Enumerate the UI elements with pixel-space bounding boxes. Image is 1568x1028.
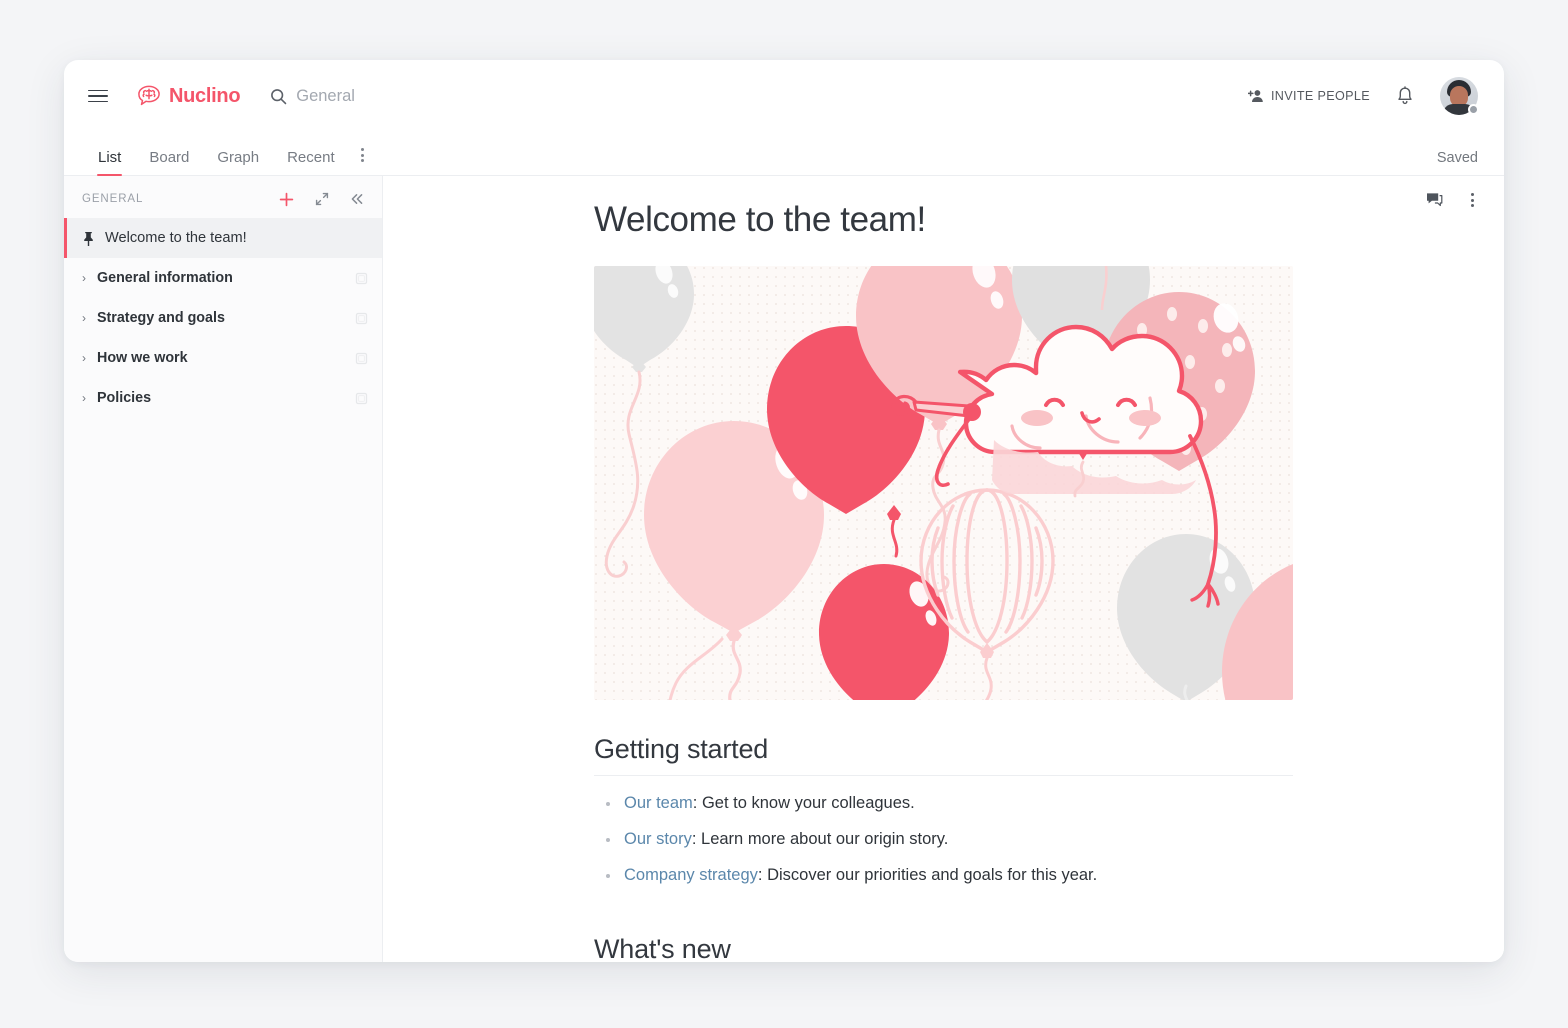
invite-people-button[interactable]: INVITE PEOPLE — [1247, 89, 1370, 103]
comments-button[interactable] — [1424, 190, 1445, 210]
view-tabs: List Board Graph Recent — [84, 148, 376, 176]
view-tab-bar: List Board Graph Recent Saved — [64, 132, 1504, 176]
section-heading-getting-started: Getting started — [594, 734, 1293, 776]
sidebar-item-label: How we work — [97, 350, 188, 366]
tab-recent[interactable]: Recent — [273, 149, 349, 175]
sidebar-header: GENERAL — [64, 180, 382, 218]
document-content: Welcome to the team! Getting started Our… — [383, 176, 1504, 962]
status-badge — [1468, 104, 1479, 115]
notifications-button[interactable] — [1394, 84, 1416, 108]
tab-overflow-kebab-menu-icon[interactable] — [349, 148, 376, 175]
sidebar-item-label: Strategy and goals — [97, 310, 225, 326]
page-title: Welcome to the team! — [594, 200, 926, 239]
cluster-icon — [355, 312, 368, 325]
document-menu-button[interactable] — [1467, 191, 1478, 209]
link-company-strategy[interactable]: Company strategy — [624, 866, 758, 884]
sidebar: GENERAL Welcome to the team! › General i… — [64, 176, 383, 962]
app-logo[interactable]: Nuclino — [136, 84, 241, 108]
sidebar-actions — [277, 190, 366, 209]
tab-list-label: List — [98, 149, 122, 166]
getting-started-list: Our team: Get to know your colleagues. O… — [594, 792, 1444, 888]
comment-bubble-icon — [1427, 193, 1443, 207]
top-bar: Nuclino INVITE PEOPLE — [64, 60, 1504, 132]
expand-arrows-icon — [315, 192, 329, 206]
plus-icon — [279, 192, 294, 206]
tab-graph-label: Graph — [217, 149, 260, 166]
app-logo-text: Nuclino — [169, 84, 241, 107]
document-actions — [1424, 190, 1478, 210]
expand-button[interactable] — [313, 190, 331, 208]
app-window: Nuclino INVITE PEOPLE — [64, 60, 1504, 962]
tab-graph[interactable]: Graph — [203, 149, 273, 175]
list-item-text: : Learn more about our origin story. — [691, 829, 949, 848]
search-icon — [271, 88, 287, 104]
cluster-icon — [355, 392, 368, 405]
sidebar-item-strategy-and-goals[interactable]: › Strategy and goals — [64, 298, 382, 338]
list-item: Company strategy: Discover our prioritie… — [606, 864, 1444, 888]
list-item-text: : Discover our priorities and goals for … — [757, 865, 1098, 884]
chevron-right-icon[interactable]: › — [82, 391, 94, 405]
bell-icon — [1398, 86, 1412, 105]
sidebar-item-label: Policies — [97, 390, 152, 406]
cluster-icon — [355, 272, 368, 285]
pin-icon — [82, 231, 95, 246]
list-item: Our team: Get to know your colleagues. — [606, 792, 1444, 816]
link-our-story[interactable]: Our story — [624, 830, 692, 848]
chevron-double-left-icon — [351, 194, 363, 204]
sidebar-section-title: GENERAL — [82, 193, 144, 205]
top-bar-actions: INVITE PEOPLE — [1247, 77, 1479, 115]
sidebar-item-policies[interactable]: › Policies — [64, 378, 382, 418]
tab-list[interactable]: List — [84, 149, 135, 176]
workspace-body: GENERAL Welcome to the team! › General i… — [64, 176, 1504, 962]
sidebar-item-welcome-to-the-team[interactable]: Welcome to the team! — [64, 218, 382, 258]
document-body: Welcome to the team! Getting started Our… — [383, 176, 1504, 962]
sidebar-item-label: General information — [97, 270, 233, 286]
chevron-right-icon[interactable]: › — [82, 351, 94, 365]
chevron-right-icon[interactable]: › — [82, 271, 94, 285]
section-heading-whats-new: What's new — [594, 934, 1293, 962]
invite-people-label: INVITE PEOPLE — [1270, 89, 1370, 103]
tab-board[interactable]: Board — [135, 149, 203, 175]
sidebar-item-label: Welcome to the team! — [105, 230, 247, 246]
list-item: Our story: Learn more about our origin s… — [606, 828, 1444, 852]
search-bar[interactable] — [270, 86, 1248, 106]
link-our-team[interactable]: Our team — [624, 794, 693, 812]
brain-speech-bubble-icon — [138, 85, 160, 106]
save-status-label: Saved — [1436, 150, 1478, 166]
hamburger-icon[interactable] — [84, 82, 112, 110]
add-item-button[interactable] — [277, 190, 296, 209]
tab-recent-label: Recent — [287, 149, 335, 166]
balloons-celebration-illustration — [594, 266, 1293, 700]
chevron-right-icon[interactable]: › — [82, 311, 94, 325]
person-add-icon — [1247, 90, 1263, 102]
sidebar-item-how-we-work[interactable]: › How we work — [64, 338, 382, 378]
list-item-text: : Get to know your colleagues. — [692, 794, 915, 812]
avatar[interactable] — [1440, 77, 1479, 115]
tab-board-label: Board — [149, 149, 190, 166]
cluster-icon — [355, 352, 368, 365]
sidebar-item-general-information[interactable]: › General information — [64, 258, 382, 298]
balloons-illustration-svg — [594, 266, 1293, 700]
search-input[interactable] — [296, 86, 617, 106]
collapse-sidebar-button[interactable] — [348, 190, 366, 208]
